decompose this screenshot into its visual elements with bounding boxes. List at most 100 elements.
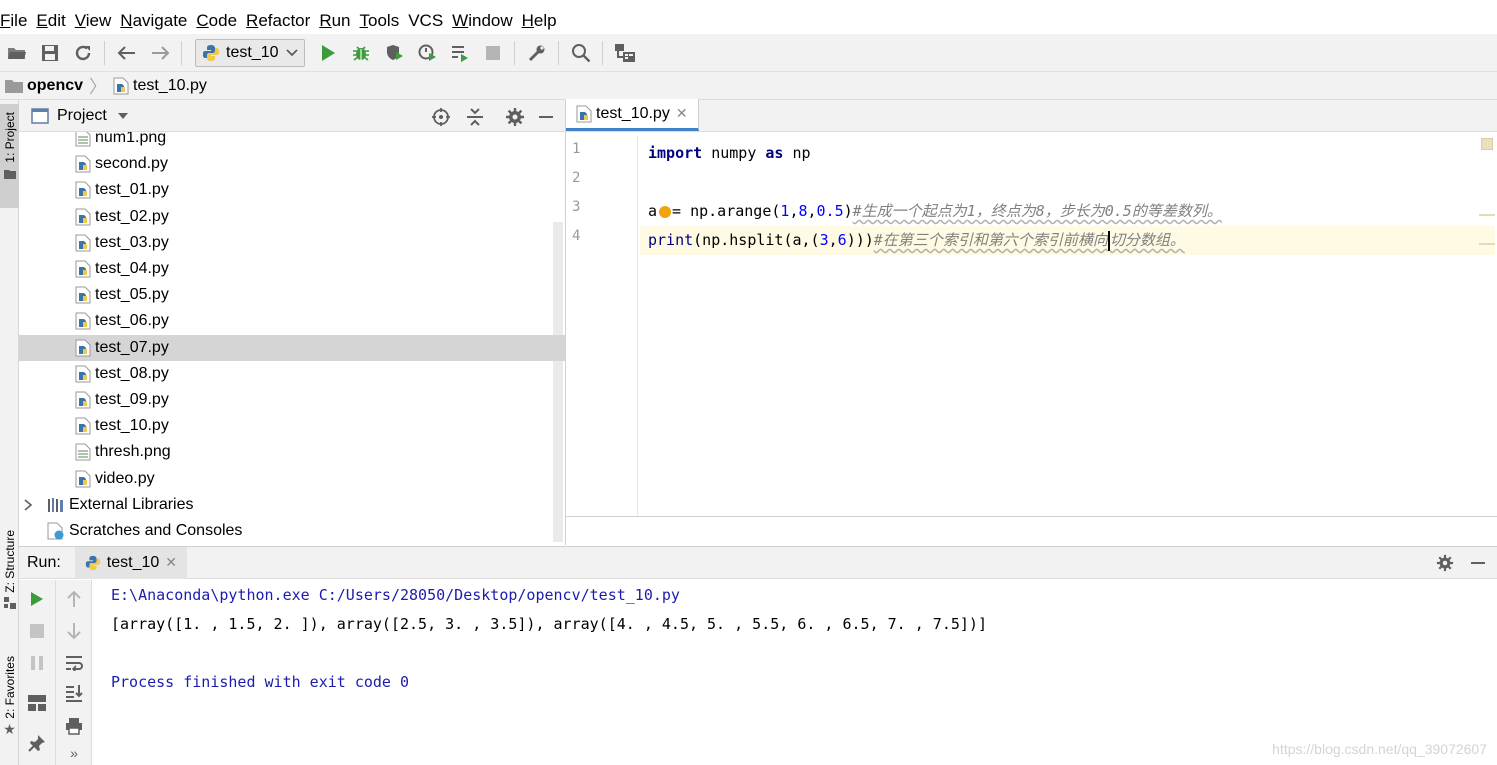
hide-panel-icon[interactable] (1469, 554, 1487, 577)
tree-item-label: test_04.py (95, 260, 169, 277)
tree-item-file[interactable]: test_02.py (19, 204, 565, 230)
run-configuration-select[interactable]: test_10 (195, 38, 306, 67)
pin-icon[interactable] (19, 730, 55, 756)
menu-vcs[interactable]: VCS (404, 8, 448, 34)
breadcrumb: opencv 〉 test_10.py (0, 72, 1497, 100)
menu-window[interactable]: Window (448, 8, 517, 34)
tab-project-tool[interactable]: 1: Project (0, 104, 19, 208)
tree-item-file[interactable]: second.py (19, 151, 565, 177)
line-number: 2 (572, 170, 581, 186)
pause-icon[interactable] (19, 650, 55, 676)
tree-item-label: test_01.py (95, 181, 169, 199)
tree-item-file[interactable]: test_07.py (19, 334, 565, 361)
stop-icon[interactable] (476, 38, 509, 68)
tab-structure-tool[interactable]: Z: Structure (0, 530, 19, 630)
scroll-to-end-icon[interactable] (56, 680, 92, 706)
gear-icon[interactable] (505, 107, 525, 132)
python-file-icon (75, 181, 91, 199)
menu-view[interactable]: View (71, 8, 117, 34)
locate-icon[interactable] (431, 107, 451, 132)
hide-panel-icon[interactable] (537, 107, 555, 132)
tree-item-file[interactable]: test_10.py (19, 413, 565, 439)
run-icon[interactable] (311, 38, 344, 68)
toolbar-divider (558, 40, 560, 65)
python-file-icon (75, 365, 91, 383)
tree-item-external-libraries[interactable]: External Libraries (19, 492, 565, 518)
tree-item-label: video.py (95, 469, 155, 487)
inspection-status-icon[interactable] (1481, 138, 1493, 150)
tree-item-label: test_03.py (95, 233, 169, 251)
run-tab-test10[interactable]: test_10 ✕ (74, 546, 188, 579)
library-icon (48, 497, 63, 512)
close-icon[interactable]: ✕ (165, 554, 177, 571)
breadcrumb-file[interactable]: test_10.py (113, 77, 207, 95)
tree-item-file[interactable]: video.py (19, 466, 565, 492)
menu-help[interactable]: Help (518, 8, 562, 34)
chevron-right-icon[interactable] (23, 499, 33, 511)
tree-item-file[interactable]: thresh.png (19, 439, 565, 465)
up-arrow-icon[interactable] (56, 586, 92, 612)
close-icon[interactable]: ✕ (676, 105, 688, 122)
editor-tab-test10[interactable]: test_10.py ✕ (566, 99, 699, 131)
menu-tools[interactable]: Tools (356, 8, 405, 34)
tree-item-file[interactable]: test_04.py (19, 256, 565, 282)
line-number: 1 (572, 141, 581, 157)
open-folder-icon[interactable] (0, 38, 33, 68)
menu-file[interactable]: File (0, 8, 32, 34)
stop-icon[interactable] (19, 618, 55, 644)
line-number: 4 (572, 228, 581, 244)
python-file-icon (75, 417, 91, 435)
intention-bulb-icon[interactable] (659, 205, 672, 218)
debug-icon[interactable] (344, 38, 377, 68)
concurrency-icon[interactable] (443, 38, 476, 68)
python-file-icon (75, 234, 91, 252)
print-icon[interactable] (56, 713, 92, 739)
gear-icon[interactable] (1436, 554, 1454, 577)
code-area[interactable]: import numpy as np a = np.arange(1,8,0.5)… (640, 136, 1495, 516)
project-panel: Project num1.png second.py test_01.py test_… (19, 100, 566, 545)
menu-edit[interactable]: Edit (32, 8, 70, 34)
code-line-1: import numpy as np (648, 144, 811, 162)
menu-code[interactable]: Code (192, 8, 242, 34)
collapse-all-icon[interactable] (465, 107, 485, 132)
tree-item-file[interactable]: test_06.py (19, 308, 565, 334)
console-output[interactable]: E:\Anaconda\python.exe C:/Users/28050/De… (111, 580, 1491, 765)
soft-wrap-icon[interactable] (56, 650, 92, 676)
project-panel-title[interactable]: Project (57, 107, 107, 125)
tree-item-scratches[interactable]: Scratches and Consoles (19, 518, 565, 544)
forward-arrow-icon[interactable] (143, 38, 176, 68)
breadcrumb-project[interactable]: opencv (5, 77, 83, 95)
menu-run[interactable]: Run (315, 8, 355, 34)
menu-refactor[interactable]: Refactor (242, 8, 315, 34)
rerun-icon[interactable] (19, 586, 55, 612)
tree-item-label: test_10.py (95, 417, 169, 435)
tab-favorites-tool[interactable]: 2: Favorites ★ (0, 656, 19, 760)
coverage-icon[interactable] (377, 38, 410, 68)
project-structure-icon[interactable] (608, 38, 641, 68)
sync-icon[interactable] (66, 38, 99, 68)
tree-item-file[interactable]: num1.png (19, 132, 565, 151)
profile-icon[interactable] (410, 38, 443, 68)
tree-item-file[interactable]: test_01.py (19, 177, 565, 203)
more-actions-icon[interactable]: » (56, 740, 92, 765)
toolbar-divider (104, 40, 105, 65)
python-icon (203, 44, 219, 61)
error-stripe-marker[interactable] (1479, 214, 1495, 216)
chevron-down-icon[interactable] (117, 112, 129, 120)
save-icon[interactable] (33, 38, 66, 68)
tree-item-file[interactable]: test_05.py (19, 282, 565, 308)
search-icon[interactable] (564, 38, 597, 68)
tree-item-file[interactable]: test_09.py (19, 387, 565, 413)
menu-navigate[interactable]: Navigate (116, 8, 192, 34)
tree-item-label: test_09.py (95, 391, 169, 408)
chevron-down-icon (286, 48, 299, 56)
project-panel-header: Project (19, 100, 565, 132)
tree-item-file[interactable]: test_08.py (19, 361, 565, 387)
layout-icon[interactable] (19, 690, 55, 716)
error-stripe-marker[interactable] (1479, 243, 1495, 245)
settings-wrench-icon[interactable] (520, 38, 553, 68)
tree-item-file[interactable]: test_03.py (19, 230, 565, 256)
down-arrow-icon[interactable] (56, 618, 92, 644)
back-arrow-icon[interactable] (110, 38, 143, 68)
tree-item-label: test_06.py (95, 312, 169, 330)
